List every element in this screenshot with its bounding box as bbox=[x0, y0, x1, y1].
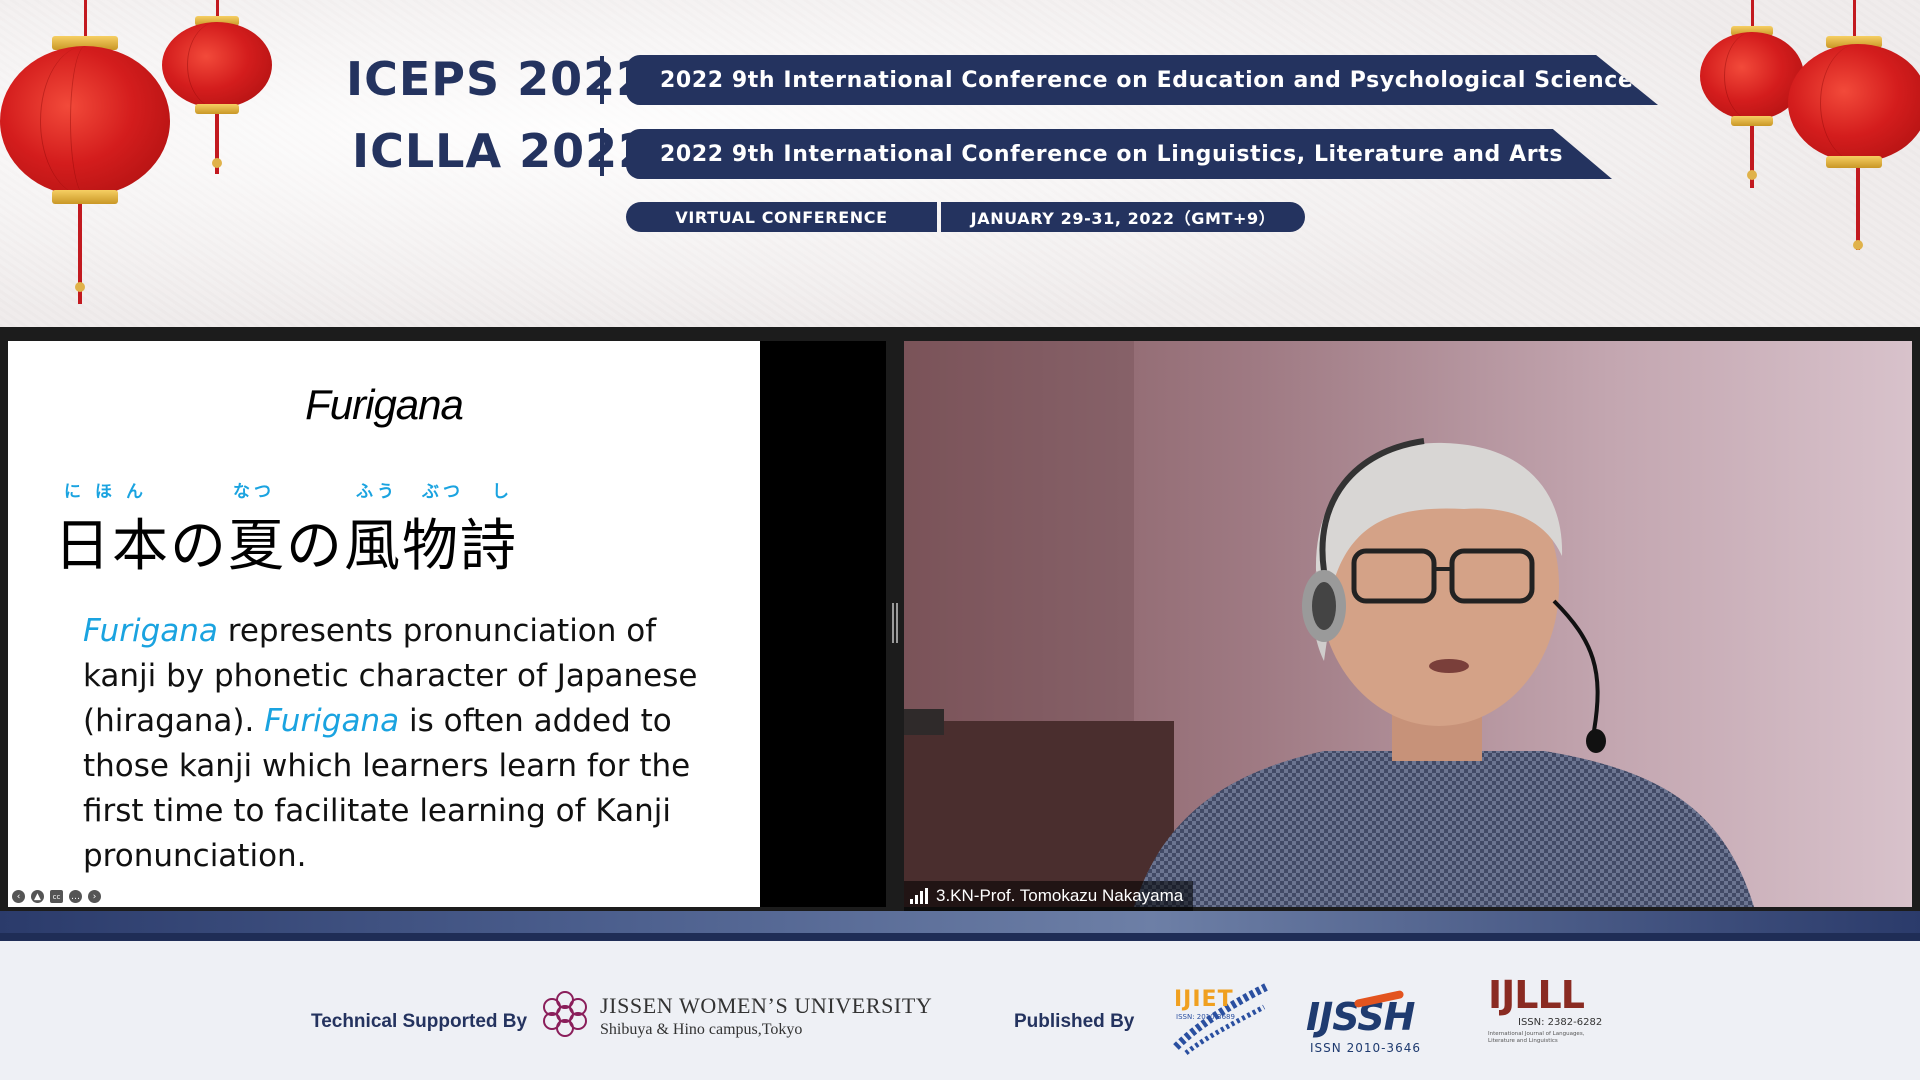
participant-name-tag: 3.KN-Prof. Tomokazu Nakayama bbox=[904, 881, 1194, 911]
ijlll-name: IJLLL bbox=[1488, 973, 1585, 1017]
conference-title-1: 2022 9th International Conference on Edu… bbox=[626, 55, 1658, 105]
speaker-video-frame bbox=[904, 341, 1754, 907]
furigana-natsu: なつ bbox=[233, 482, 275, 502]
ijiet-logo: IJIET ISSN: 2010-3689 bbox=[1166, 977, 1270, 1057]
split-resize-handle[interactable] bbox=[892, 603, 898, 643]
university-campus: Shibuya & Hino campus,Tokyo bbox=[600, 1021, 803, 1038]
shared-slide[interactable]: Furigana にほん なつ ふう ぶつ し 日本の夏の風物詩 Furigan… bbox=[8, 341, 760, 907]
participant-video[interactable] bbox=[904, 341, 1912, 907]
furigana-term: Furigana bbox=[83, 613, 218, 649]
ijiet-name: IJIET bbox=[1174, 987, 1234, 1012]
more-icon[interactable]: … bbox=[69, 890, 82, 903]
conference-divider-2 bbox=[600, 128, 604, 176]
furigana-butsu: ぶつ bbox=[422, 482, 464, 502]
participant-name: 3.KN-Prof. Tomokazu Nakayama bbox=[936, 886, 1184, 905]
prev-slide-icon[interactable]: ‹ bbox=[12, 890, 25, 903]
furigana-term: Furigana bbox=[264, 703, 400, 739]
ijlll-logo: IJLLL ISSN: 2382-6282 International Jour… bbox=[1488, 973, 1608, 1057]
furigana-shi: し bbox=[492, 482, 513, 502]
lantern-right-large bbox=[1788, 0, 1920, 270]
sponsor-footer: Technical Supported By JISSEN WOMEN’S UN… bbox=[0, 941, 1920, 1080]
conference-title-2: 2022 9th International Conference on Lin… bbox=[626, 129, 1612, 179]
conference-code-2: ICLLA 2022 bbox=[352, 124, 652, 178]
slide-body-text: Furigana represents pronunciation of kan… bbox=[83, 609, 723, 879]
ijiet-issn: ISSN: 2010-3689 bbox=[1176, 1013, 1235, 1021]
slide-controls: ‹ ▲ cc … › bbox=[12, 890, 101, 903]
support-label: Technical Supported By bbox=[311, 1011, 528, 1032]
furigana-row: にほん なつ ふう ぶつ し bbox=[8, 477, 760, 502]
share-letterbox bbox=[760, 341, 886, 907]
signal-bars-icon bbox=[910, 888, 928, 904]
captions-icon[interactable]: cc bbox=[50, 890, 63, 903]
slide-title: Furigana bbox=[305, 381, 464, 428]
conference-date-badge: JANUARY 29-31, 2022（GMT+9） bbox=[941, 202, 1305, 232]
university-name: JISSEN WOMEN’S UNIVERSITY bbox=[600, 993, 933, 1018]
conference-divider-1 bbox=[600, 56, 604, 104]
conference-banner: ICEPS 2022 2022 9th International Confer… bbox=[0, 0, 1920, 327]
published-label: Published By bbox=[1014, 1011, 1135, 1032]
lantern-left-small bbox=[162, 0, 272, 190]
japanese-phrase: 日本の夏の風物詩 bbox=[54, 514, 518, 579]
footer-accent-band bbox=[0, 911, 1920, 941]
meeting-stage: Furigana にほん なつ ふう ぶつ し 日本の夏の風物詩 Furigan… bbox=[0, 327, 1920, 911]
furigana-nihon: にほん bbox=[64, 482, 157, 502]
lantern-left-large bbox=[0, 0, 170, 327]
ijlll-subtitle: International Journal of Languages, Lite… bbox=[1488, 1031, 1585, 1044]
university-crest-icon bbox=[543, 991, 587, 1037]
ijssh-logo: IJSSH ISSN 2010-3646 bbox=[1306, 977, 1444, 1057]
ijlll-issn: ISSN: 2382-6282 bbox=[1518, 1017, 1603, 1028]
ijssh-issn: ISSN 2010-3646 bbox=[1310, 1041, 1421, 1055]
furigana-fuu: ふう bbox=[356, 482, 398, 502]
next-slide-icon[interactable]: › bbox=[88, 890, 101, 903]
virtual-conference-badge: VIRTUAL CONFERENCE bbox=[626, 202, 937, 232]
pointer-icon[interactable]: ▲ bbox=[31, 890, 44, 903]
